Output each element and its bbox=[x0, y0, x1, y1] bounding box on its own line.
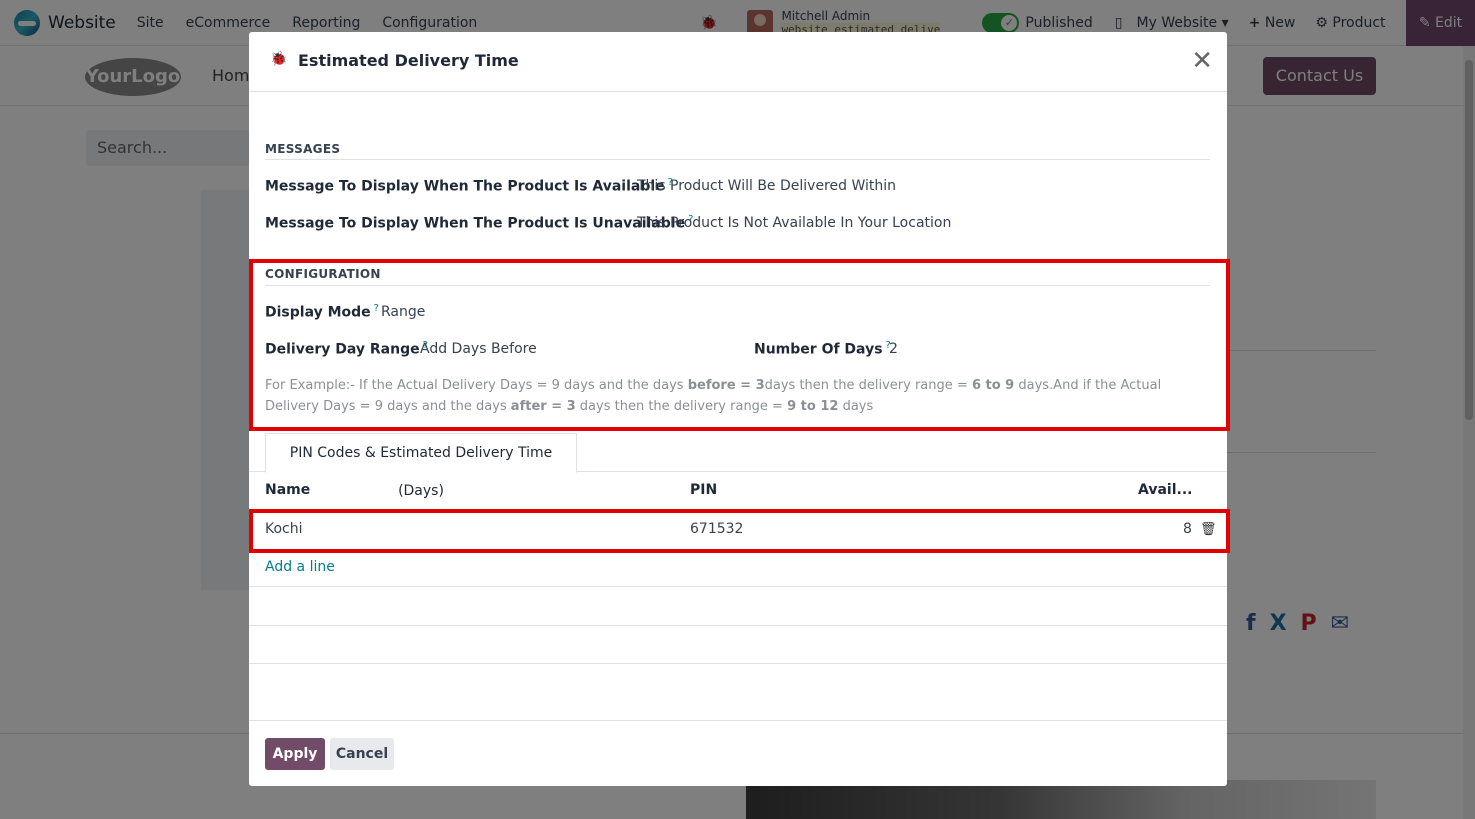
tab-pin-codes[interactable]: PIN Codes & Estimated Delivery Time (Day… bbox=[265, 433, 577, 499]
table-row-divider bbox=[249, 625, 1227, 626]
unavailable-message-label: Message To Display When The Product Is U… bbox=[265, 214, 694, 232]
configuration-highlight-box bbox=[249, 259, 1230, 431]
close-icon[interactable]: ✕ bbox=[1191, 48, 1213, 74]
column-header-pin[interactable]: PIN bbox=[690, 482, 717, 498]
estimated-delivery-dialog: 🐞 Estimated Delivery Time ✕ MESSAGES Mes… bbox=[249, 32, 1230, 786]
row-highlight-box bbox=[249, 509, 1230, 553]
column-header-avail[interactable]: Avail... bbox=[1138, 482, 1192, 498]
add-line-link[interactable]: Add a line bbox=[265, 559, 335, 575]
unavailable-message-field[interactable]: This Product Is Not Available In Your Lo… bbox=[637, 215, 951, 231]
dialog-title: Estimated Delivery Time bbox=[298, 51, 519, 70]
dialog-header: 🐞 Estimated Delivery Time ✕ bbox=[249, 32, 1227, 92]
section-divider bbox=[265, 159, 1210, 160]
column-header-name[interactable]: Name bbox=[265, 482, 310, 498]
debug-icon: 🐞 bbox=[270, 51, 288, 67]
notebook-tabs: PIN Codes & Estimated Delivery Time (Day… bbox=[249, 432, 1227, 499]
table-row-divider bbox=[249, 586, 1227, 587]
messages-section-title: MESSAGES bbox=[265, 142, 341, 156]
cancel-button[interactable]: Cancel bbox=[330, 738, 394, 770]
available-message-label: Message To Display When The Product Is A… bbox=[265, 177, 673, 195]
apply-button[interactable]: Apply bbox=[265, 738, 325, 770]
available-message-field[interactable]: This Product Will Be Delivered Within bbox=[637, 178, 896, 194]
dialog-footer: Apply Cancel bbox=[249, 720, 1227, 786]
table-row-divider bbox=[249, 663, 1227, 664]
